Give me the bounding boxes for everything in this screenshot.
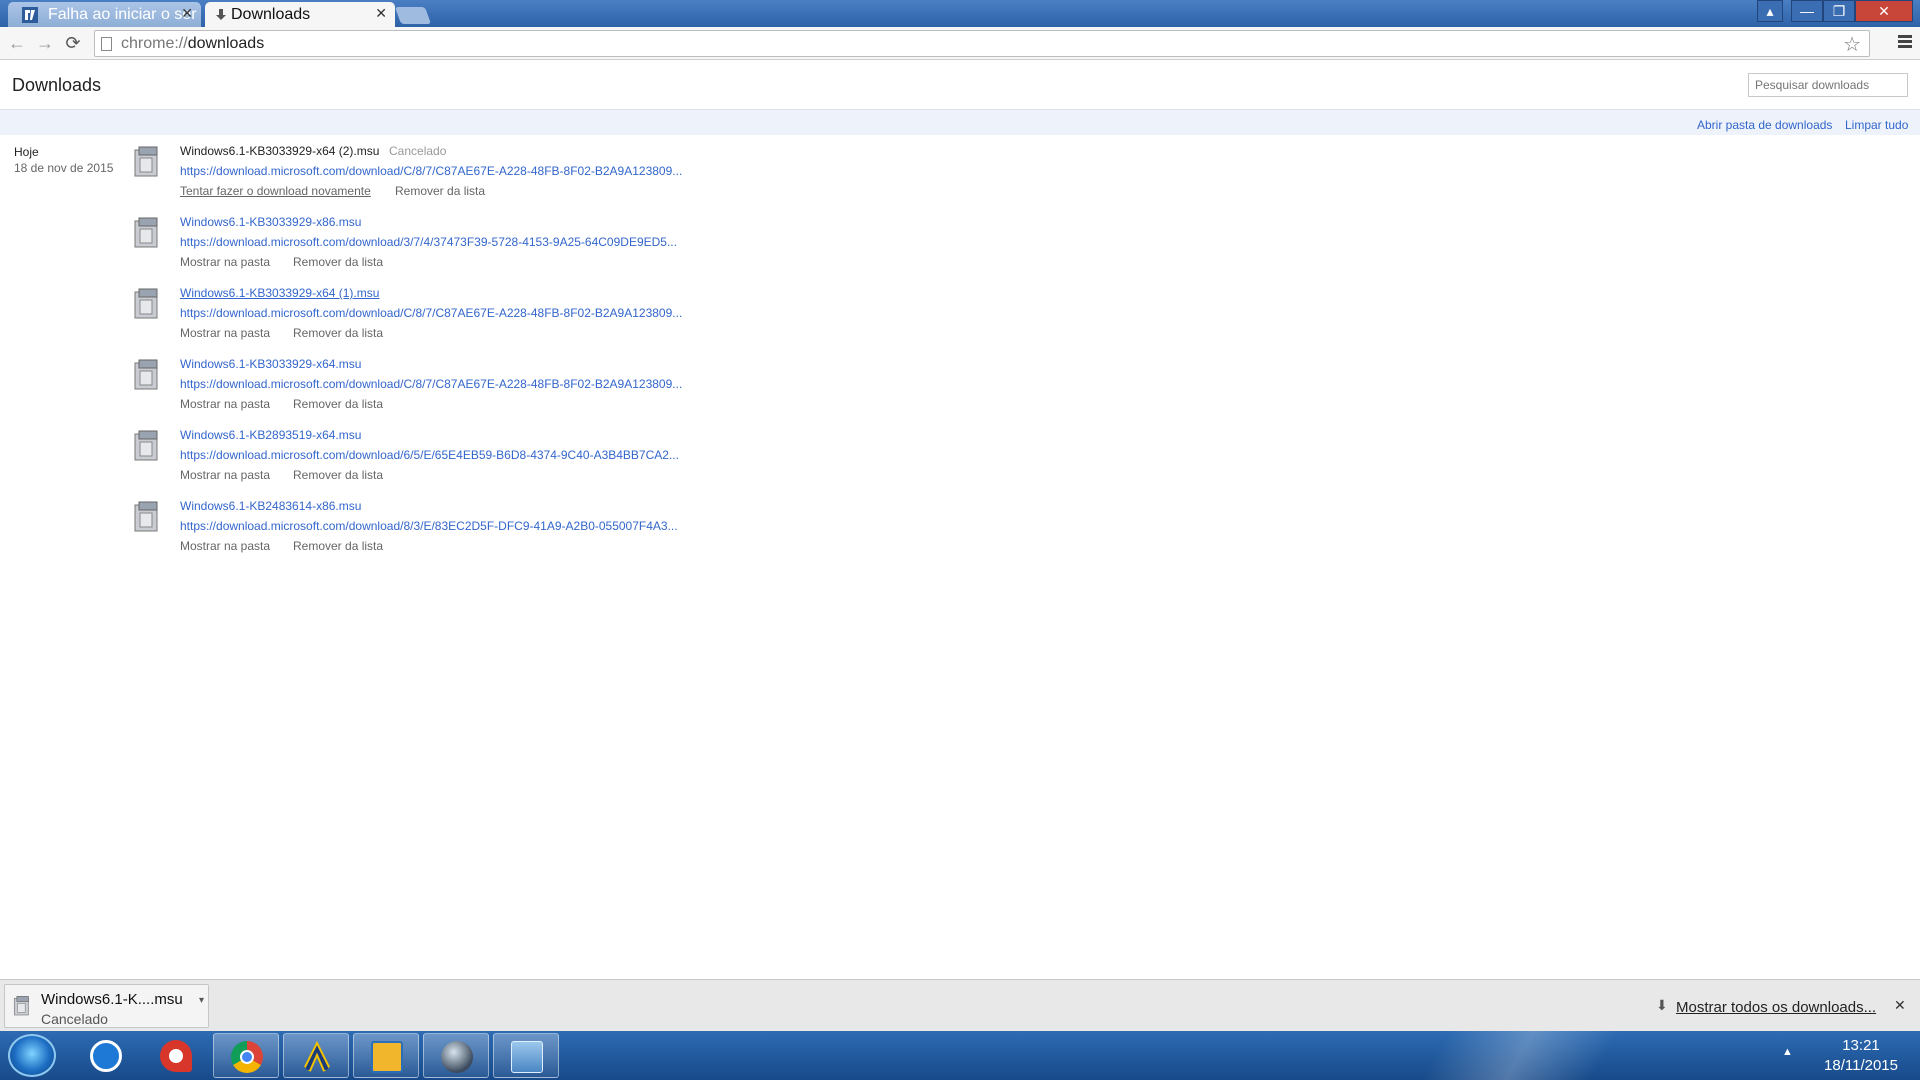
- msu-file-icon: [134, 217, 158, 248]
- control-panel-icon: [511, 1041, 543, 1073]
- tab-inactive[interactable]: Falha ao iniciar o ser ✕: [8, 2, 201, 27]
- retry-download-link[interactable]: Tentar fazer o download novamente: [180, 184, 371, 198]
- show-all-downloads-link[interactable]: Mostrar todos os downloads...: [1676, 999, 1876, 1016]
- address-bar[interactable]: chrome://downloads ☆: [94, 30, 1870, 57]
- remove-from-list-link[interactable]: Remover da lista: [293, 468, 383, 482]
- taskbar-app-avast[interactable]: [283, 1033, 349, 1078]
- shelf-item-status: Cancelado: [41, 1011, 108, 1027]
- download-item: Windows6.1-KB3033929-x64 (1).msu https:/…: [130, 286, 830, 346]
- download-status: Cancelado: [389, 144, 447, 158]
- start-button[interactable]: [8, 1034, 56, 1077]
- show-in-folder-link[interactable]: Mostrar na pasta: [180, 468, 270, 482]
- download-item: Windows6.1-KB3033929-x64 (2).msu Cancela…: [130, 144, 830, 204]
- chrome-icon: [231, 1041, 263, 1073]
- show-in-folder-link[interactable]: Mostrar na pasta: [180, 539, 270, 553]
- msu-file-icon: [13, 996, 29, 1016]
- tab-downloads[interactable]: Downloads ✕: [205, 2, 395, 27]
- show-in-folder-link[interactable]: Mostrar na pasta: [180, 255, 270, 269]
- download-item: Windows6.1-KB3033929-x64.msu https://dow…: [130, 357, 830, 417]
- browser-toolbar: ← → ⟳ chrome://downloads ☆: [0, 27, 1920, 60]
- download-item: Windows6.1-KB2893519-x64.msu https://dow…: [130, 428, 830, 488]
- show-in-folder-link[interactable]: Mostrar na pasta: [180, 326, 270, 340]
- download-filename: Windows6.1-KB3033929-x64 (2).msu: [180, 144, 380, 158]
- avast-a-icon: [301, 1041, 333, 1072]
- taskbar-app-chrome[interactable]: [213, 1033, 279, 1078]
- open-downloads-folder-link[interactable]: Abrir pasta de downloads: [1697, 118, 1832, 132]
- reload-icon[interactable]: ⟳: [62, 32, 84, 54]
- close-icon[interactable]: ✕: [1894, 997, 1906, 1014]
- download-item: Windows6.1-KB3033929-x86.msu https://dow…: [130, 215, 830, 275]
- clock-time[interactable]: 13:21: [1816, 1037, 1906, 1054]
- download-icon: [216, 9, 226, 20]
- maximize-button[interactable]: ❐: [1823, 0, 1855, 22]
- download-url-link[interactable]: https://download.microsoft.com/download/…: [180, 519, 678, 533]
- clock-date[interactable]: 18/11/2015: [1806, 1057, 1916, 1074]
- download-url-link[interactable]: https://download.microsoft.com/download/…: [180, 377, 682, 391]
- clear-all-link[interactable]: Limpar tudo: [1845, 118, 1908, 132]
- taskbar-app-ccleaner[interactable]: [143, 1033, 209, 1078]
- close-icon[interactable]: ✕: [181, 5, 193, 22]
- bookmark-star-icon[interactable]: ☆: [1843, 32, 1861, 57]
- new-tab-button[interactable]: [394, 7, 432, 24]
- remove-from-list-link[interactable]: Remover da lista: [293, 539, 383, 553]
- tab-title: Falha ao iniciar o ser: [48, 6, 197, 23]
- search-input[interactable]: [1748, 73, 1908, 97]
- taskbar-app-globe[interactable]: [423, 1033, 489, 1078]
- ccleaner-icon: [160, 1040, 192, 1072]
- windows-taskbar: ▲ 13:21 18/11/2015: [0, 1031, 1920, 1080]
- minimize-button[interactable]: —: [1791, 0, 1823, 22]
- download-url-link[interactable]: https://download.microsoft.com/download/…: [180, 448, 679, 462]
- show-in-folder-link[interactable]: Mostrar na pasta: [180, 397, 270, 411]
- download-filename-link[interactable]: Windows6.1-KB2893519-x64.msu: [180, 428, 361, 442]
- profile-icon[interactable]: ▴: [1757, 0, 1783, 22]
- close-window-button[interactable]: ✕: [1855, 0, 1913, 22]
- date-group-label: Hoje: [14, 145, 39, 159]
- browser-tab-strip: Falha ao iniciar o ser ✕ Downloads ✕ ▴ —…: [0, 0, 1920, 27]
- remove-from-list-link[interactable]: Remover da lista: [293, 326, 383, 340]
- download-url-link[interactable]: https://download.microsoft.com/download/…: [180, 164, 682, 178]
- folder-app-icon: [371, 1041, 403, 1073]
- globe-app-icon: [441, 1041, 473, 1073]
- menu-icon[interactable]: [1898, 35, 1912, 49]
- forward-arrow-icon[interactable]: →: [34, 32, 56, 54]
- back-arrow-icon[interactable]: ←: [6, 32, 28, 54]
- shelf-download-item[interactable]: Windows6.1-K....msu Cancelado ▾: [4, 984, 209, 1028]
- taskbar-app-teamviewer[interactable]: [73, 1033, 139, 1078]
- close-icon[interactable]: ✕: [375, 5, 387, 22]
- tab-title: Downloads: [231, 6, 311, 23]
- msu-file-icon: [134, 288, 158, 319]
- download-shelf: Windows6.1-K....msu Cancelado ▾ ⬇ Mostra…: [0, 979, 1920, 1031]
- download-url-link[interactable]: https://download.microsoft.com/download/…: [180, 235, 677, 249]
- date-group-date: 18 de nov de 2015: [14, 161, 114, 175]
- download-filename-link[interactable]: Windows6.1-KB2483614-x86.msu: [180, 499, 361, 513]
- download-icon: ⬇: [1656, 997, 1668, 1013]
- shelf-item-name: Windows6.1-K....msu: [41, 991, 183, 1008]
- url-text: chrome://downloads: [121, 35, 265, 52]
- site-favicon-icon: [22, 7, 38, 23]
- msu-file-icon: [134, 359, 158, 390]
- msu-file-icon: [134, 430, 158, 461]
- taskbar-app-folder[interactable]: [353, 1033, 419, 1078]
- download-url-link[interactable]: https://download.microsoft.com/download/…: [180, 306, 682, 320]
- msu-file-icon: [134, 501, 158, 532]
- remove-from-list-link[interactable]: Remover da lista: [395, 184, 485, 198]
- teamviewer-icon: [90, 1040, 122, 1072]
- chevron-down-icon[interactable]: ▾: [199, 995, 204, 1006]
- download-filename-link[interactable]: Windows6.1-KB3033929-x86.msu: [180, 215, 361, 229]
- download-item: Windows6.1-KB2483614-x86.msu https://dow…: [130, 499, 830, 559]
- download-filename-link[interactable]: Windows6.1-KB3033929-x64.msu: [180, 357, 361, 371]
- show-hidden-icons-icon[interactable]: ▲: [1782, 1046, 1793, 1058]
- remove-from-list-link[interactable]: Remover da lista: [293, 397, 383, 411]
- remove-from-list-link[interactable]: Remover da lista: [293, 255, 383, 269]
- page-icon: [101, 37, 112, 51]
- action-bar: Abrir pasta de downloads Limpar tudo: [0, 109, 1920, 135]
- taskbar-app-control-panel[interactable]: [493, 1033, 559, 1078]
- msu-file-icon: [134, 146, 158, 177]
- download-filename-link[interactable]: Windows6.1-KB3033929-x64 (1).msu: [180, 286, 379, 300]
- page-title: Downloads: [12, 75, 102, 95]
